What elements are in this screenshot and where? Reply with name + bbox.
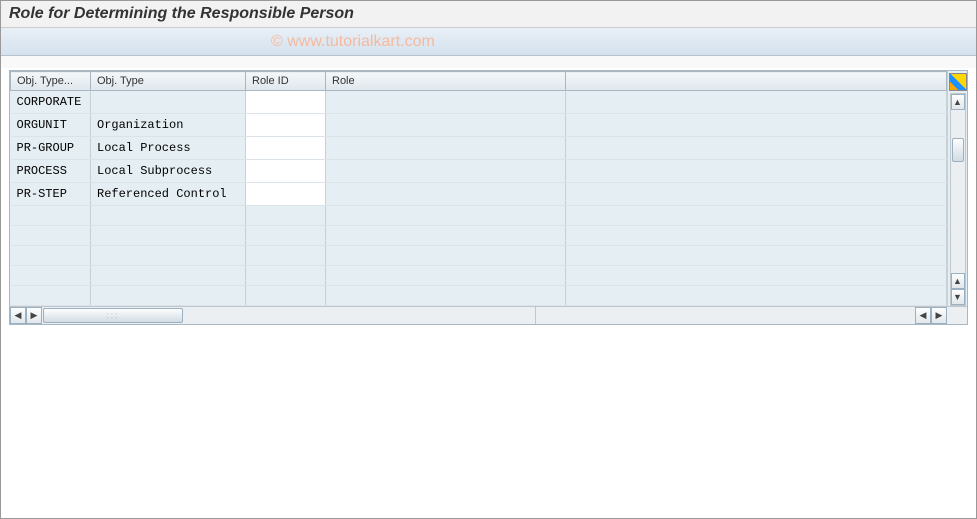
col-header-obj-type[interactable]: Obj. Type [91,72,246,91]
hscroll-thumb[interactable]: ::: [43,308,183,323]
cell-obj-type-code[interactable] [11,206,91,226]
hscroll-gap [535,307,915,324]
cell-role-id[interactable] [246,266,326,286]
cell-obj-type[interactable]: Local Process [91,137,246,160]
cell-obj-type-code[interactable]: PR-GROUP [11,137,91,160]
cell-role[interactable] [326,114,566,137]
cell-obj-type[interactable] [91,91,246,114]
cell-filler [566,91,947,114]
cell-role[interactable] [326,137,566,160]
table-row[interactable]: PR-GROUPLocal Process [11,137,947,160]
col-header-role-id[interactable]: Role ID [246,72,326,91]
hscroll-corner [947,307,967,324]
cell-obj-type-code[interactable]: PROCESS [11,160,91,183]
toolbar [1,28,976,56]
cell-role[interactable] [326,91,566,114]
cell-filler [566,160,947,183]
table-row[interactable] [11,226,947,246]
vertical-scrollbar[interactable]: ▲ ▲ ▼ [950,93,966,306]
cell-obj-type-code[interactable] [11,266,91,286]
cell-obj-type-code[interactable]: PR-STEP [11,183,91,206]
cell-filler [566,206,947,226]
cell-obj-type-code[interactable] [11,286,91,306]
cell-role[interactable] [326,266,566,286]
cell-obj-type[interactable]: Organization [91,114,246,137]
hscroll-track[interactable]: ::: [42,307,535,324]
cell-role[interactable] [326,246,566,266]
spacer [1,56,976,68]
scroll-down-inner-up[interactable]: ▲ [951,273,965,289]
cell-role[interactable] [326,160,566,183]
cell-obj-type[interactable] [91,226,246,246]
cell-role[interactable] [326,183,566,206]
scroll-left-button-2[interactable]: ◀ [915,307,931,324]
scroll-right-button-2[interactable]: ▶ [931,307,947,324]
scroll-left-button[interactable]: ◀ [10,307,26,324]
cell-filler [566,246,947,266]
cell-role-id[interactable] [246,160,326,183]
cell-obj-type[interactable]: Local Subprocess [91,160,246,183]
table-row[interactable] [11,286,947,306]
scroll-up-button[interactable]: ▲ [951,94,965,110]
cell-role-id[interactable] [246,114,326,137]
cell-role[interactable] [326,226,566,246]
cell-obj-type[interactable] [91,286,246,306]
cell-obj-type[interactable] [91,246,246,266]
cell-role[interactable] [326,286,566,306]
table-row[interactable] [11,266,947,286]
table-row[interactable] [11,206,947,226]
cell-obj-type-code[interactable]: CORPORATE [11,91,91,114]
table-row[interactable]: ORGUNITOrganization [11,114,947,137]
scroll-right-button-1[interactable]: ▶ [26,307,42,324]
cell-obj-type[interactable] [91,206,246,226]
col-header-obj-type-code[interactable]: Obj. Type... [11,72,91,91]
cell-role-id[interactable] [246,137,326,160]
cell-role-id[interactable] [246,226,326,246]
table-row[interactable]: CORPORATE [11,91,947,114]
cell-filler [566,137,947,160]
page-title: Role for Determining the Responsible Per… [1,1,976,28]
header-row: Obj. Type... Obj. Type Role ID Role [11,72,947,91]
cell-role-id[interactable] [246,206,326,226]
cell-filler [566,286,947,306]
grid-right-gutter: ▲ ▲ ▼ [947,71,967,306]
table-row[interactable] [11,246,947,266]
cell-filler [566,226,947,246]
cell-filler [566,114,947,137]
table-row[interactable]: PR-STEPReferenced Control [11,183,947,206]
cell-obj-type-code[interactable] [11,246,91,266]
cell-role-id[interactable] [246,286,326,306]
cell-obj-type[interactable] [91,266,246,286]
scroll-down-button[interactable]: ▼ [951,289,965,305]
cell-filler [566,266,947,286]
horizontal-scrollbar[interactable]: ◀ ▶ ::: ◀ ▶ [10,306,967,324]
vscroll-track[interactable] [951,110,965,273]
cell-role-id[interactable] [246,246,326,266]
table-settings-icon[interactable] [949,73,967,91]
cell-role-id[interactable] [246,183,326,206]
table-row[interactable]: PROCESSLocal Subprocess [11,160,947,183]
col-header-filler [566,72,947,91]
vscroll-thumb[interactable] [952,138,964,162]
cell-role[interactable] [326,206,566,226]
cell-obj-type[interactable]: Referenced Control [91,183,246,206]
col-header-role[interactable]: Role [326,72,566,91]
data-grid[interactable]: Obj. Type... Obj. Type Role ID Role CORP… [10,71,947,306]
cell-obj-type-code[interactable]: ORGUNIT [11,114,91,137]
cell-obj-type-code[interactable] [11,226,91,246]
cell-role-id[interactable] [246,91,326,114]
cell-filler [566,183,947,206]
table-container: Obj. Type... Obj. Type Role ID Role CORP… [9,70,968,325]
